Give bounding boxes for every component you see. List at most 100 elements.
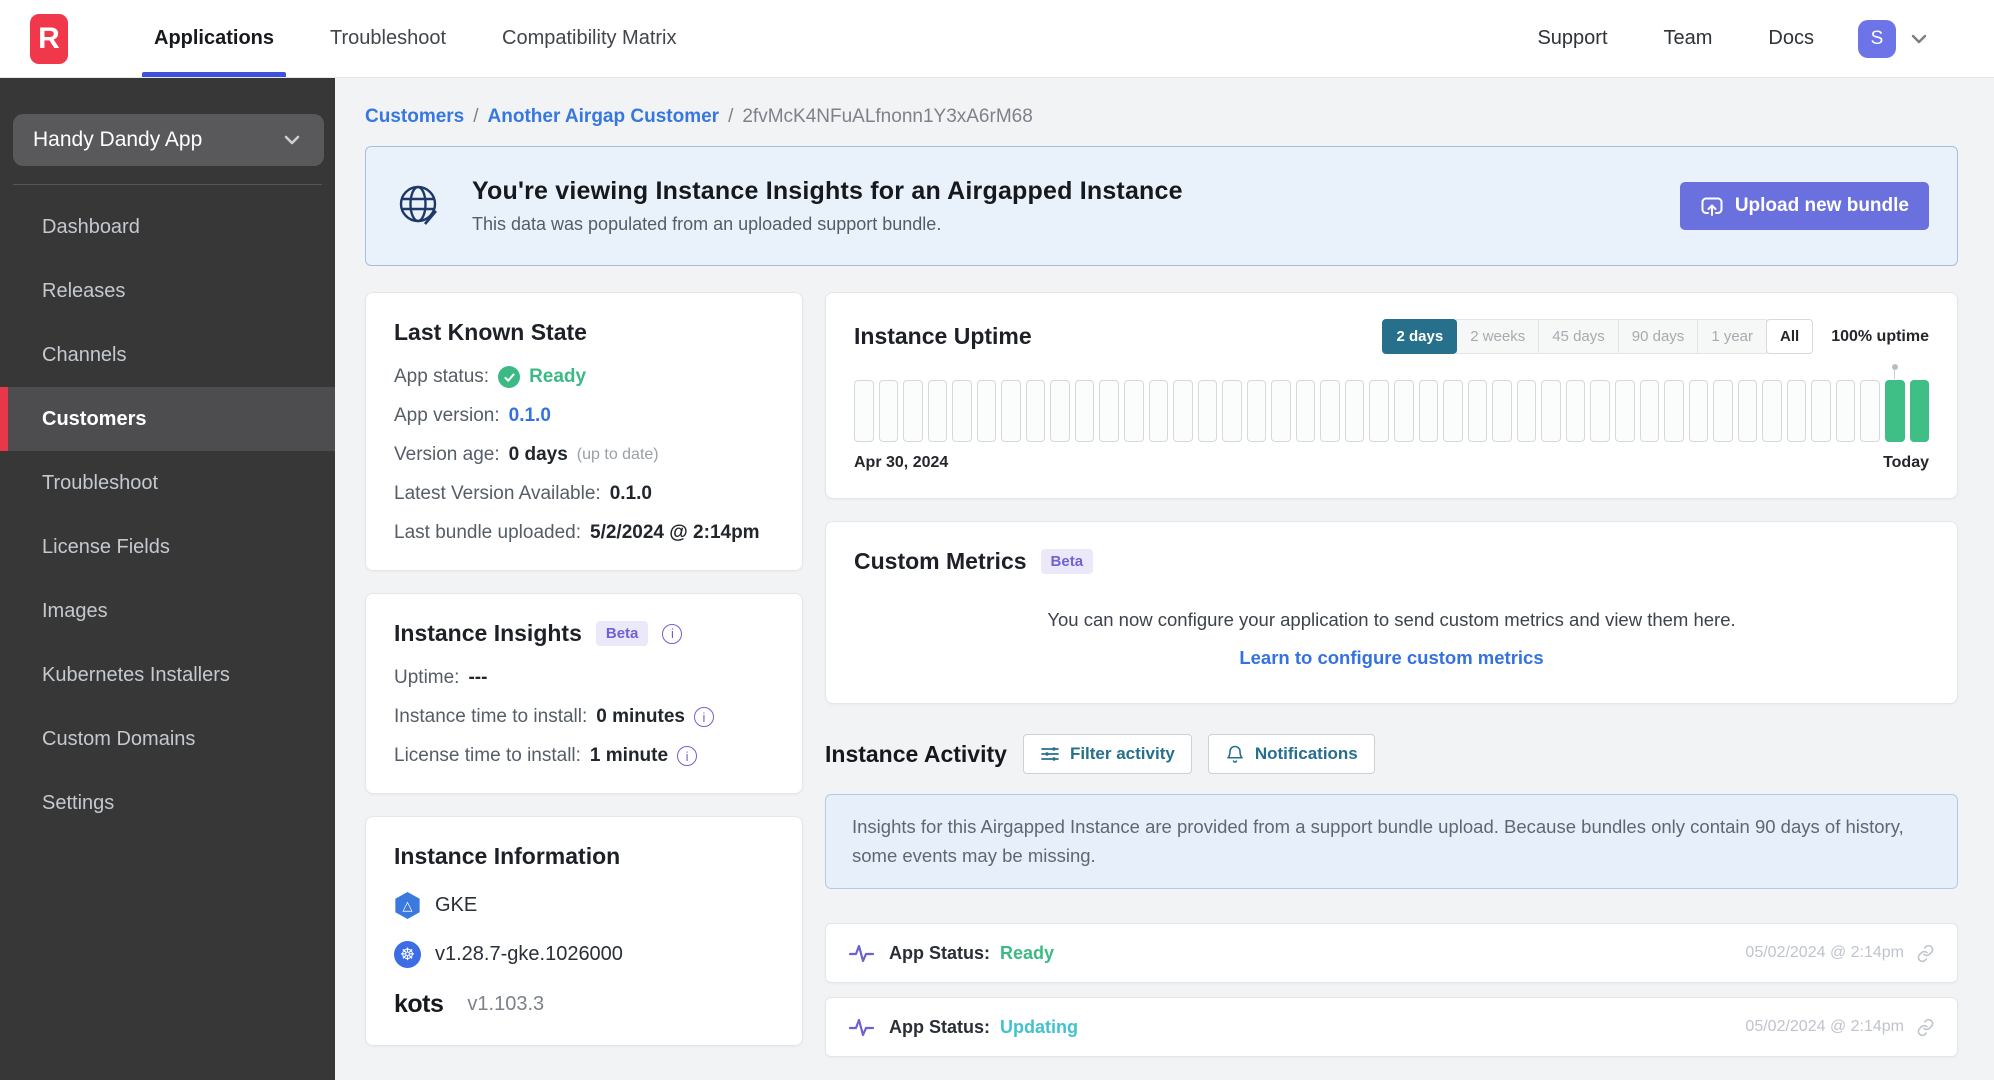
nav-link-docs[interactable]: Docs — [1768, 27, 1814, 50]
app-version-row: App version: 0.1.0 — [394, 405, 774, 427]
card-title: Instance Information — [394, 843, 621, 869]
uptime-bar-empty — [1001, 380, 1021, 442]
uptime-bar-up — [1909, 380, 1930, 442]
gke-icon: △ — [395, 892, 420, 919]
uptime-bar-empty — [1811, 380, 1831, 442]
airgap-history-notice: Insights for this Airgapped Instance are… — [825, 794, 1958, 890]
filter-activity-button[interactable]: Filter activity — [1022, 734, 1192, 774]
uptime-bar-empty — [1835, 380, 1856, 442]
check-circle-icon — [498, 366, 521, 388]
content-columns: Last Known State App status: Ready App v… — [365, 292, 1958, 1071]
section-title: Instance Activity — [825, 740, 1007, 767]
uptime-bar-empty — [1688, 380, 1709, 442]
sidebar-item-channels[interactable]: Channels — [0, 323, 335, 387]
uptime-bar-empty — [1786, 380, 1807, 442]
sidebar-item-settings[interactable]: Settings — [0, 771, 335, 835]
sidebar-item-license-fields[interactable]: License Fields — [0, 515, 335, 579]
uptime-bar-empty — [1639, 380, 1660, 442]
sidebar-item-troubleshoot[interactable]: Troubleshoot — [0, 451, 335, 515]
replicated-logo[interactable]: R — [30, 13, 68, 64]
card-title: Last Known State — [394, 319, 587, 345]
range-button-2-days[interactable]: 2 days — [1382, 319, 1458, 354]
sidebar-item-customers[interactable]: Customers — [0, 387, 335, 451]
chart-marker-pin — [1891, 364, 1898, 379]
chart-end-label: Today — [1883, 454, 1929, 471]
range-button-90-days[interactable]: 90 days — [1617, 319, 1699, 354]
tab-troubleshoot[interactable]: Troubleshoot — [302, 0, 474, 77]
event-label: App Status: — [889, 1016, 990, 1037]
uptime-bar-empty — [854, 380, 874, 442]
uptime-bar-empty — [1173, 380, 1193, 442]
uptime-bar-empty — [952, 380, 972, 442]
info-icon[interactable]: i — [693, 707, 714, 727]
configure-metrics-link[interactable]: Learn to configure custom metrics — [1239, 647, 1543, 668]
left-column: Last Known State App status: Ready App v… — [365, 292, 803, 1068]
uptime-bar-empty — [1271, 380, 1291, 442]
app-selector[interactable]: Handy Dandy App — [13, 114, 324, 166]
sidebar-item-kubernetes-installers[interactable]: Kubernetes Installers — [0, 643, 335, 707]
uptime-bar-empty — [1565, 380, 1586, 442]
uptime-bar-empty — [1369, 380, 1390, 442]
link-icon[interactable] — [1916, 944, 1935, 963]
tab-applications[interactable]: Applications — [126, 0, 302, 77]
last-bundle-label: Last bundle uploaded: — [394, 522, 581, 543]
uptime-label: Uptime: — [394, 667, 460, 688]
chevron-down-icon[interactable] — [1908, 28, 1930, 50]
event-status-value: Ready — [1000, 942, 1055, 963]
sidebar-item-custom-domains[interactable]: Custom Domains — [0, 707, 335, 771]
avatar[interactable]: S — [1858, 19, 1896, 58]
sidebar-item-images[interactable]: Images — [0, 579, 335, 643]
nav-link-team[interactable]: Team — [1664, 27, 1713, 50]
kubernetes-icon: ☸ — [394, 941, 421, 968]
notice-text: Insights for this Airgapped Instance are… — [852, 816, 1904, 866]
sidebar-item-releases[interactable]: Releases — [0, 259, 335, 323]
logo-letter: R — [38, 21, 60, 55]
uptime-bar-empty — [1148, 380, 1169, 442]
uptime-bar-empty — [976, 380, 997, 442]
uptime-bar-empty — [903, 380, 923, 442]
uptime-bar-empty — [1418, 380, 1439, 442]
app-status-row: App status: Ready — [394, 366, 774, 388]
tab-compatibility-matrix[interactable]: Compatibility Matrix — [474, 0, 704, 77]
uptime-bar-empty — [1737, 380, 1758, 442]
beta-badge: Beta — [1040, 549, 1094, 574]
main-content: Customers / Another Airgap Customer / 2f… — [335, 78, 1994, 1080]
event-timestamp: 05/02/2024 @ 2:14pm — [1745, 944, 1904, 962]
uptime-bar-empty — [1099, 380, 1120, 442]
notifications-button[interactable]: Notifications — [1207, 734, 1375, 774]
custom-metrics-card: Custom Metrics Beta You can now configur… — [825, 521, 1958, 704]
upload-new-bundle-button[interactable]: Upload new bundle — [1679, 182, 1929, 230]
uptime-bar-empty — [1124, 380, 1144, 442]
info-icon[interactable]: i — [662, 623, 683, 644]
breadcrumb-customers[interactable]: Customers — [365, 106, 464, 128]
uptime-bar-empty — [1394, 380, 1414, 442]
sidebar-item-dashboard[interactable]: Dashboard — [0, 195, 335, 259]
info-icon[interactable]: i — [677, 746, 698, 766]
range-button-all[interactable]: All — [1766, 319, 1814, 354]
range-button-45-days[interactable]: 45 days — [1538, 319, 1619, 354]
k8s-version-row: ☸ v1.28.7-gke.1026000 — [394, 941, 774, 968]
banner-title: You're viewing Instance Insights for an … — [472, 177, 1183, 205]
event-label: App Status: — [889, 942, 990, 963]
version-age-row: Version age: 0 days (up to date) — [394, 444, 774, 466]
sidebar-nav: Dashboard Releases Channels Customers Troubl… — [0, 195, 335, 835]
event-timestamp: 05/02/2024 @ 2:14pm — [1745, 1018, 1904, 1036]
range-button-2-weeks[interactable]: 2 weeks — [1456, 319, 1540, 354]
range-button-1-year[interactable]: 1 year — [1697, 319, 1768, 354]
link-icon[interactable] — [1916, 1018, 1935, 1037]
instance-insights-card: Instance Insights Beta i Uptime: --- Ins… — [365, 593, 803, 794]
uptime-bar-empty — [1320, 380, 1340, 442]
uptime-bar-empty — [1222, 380, 1242, 442]
uptime-bar-empty — [878, 380, 899, 442]
app-version-link[interactable]: 0.1.0 — [509, 405, 551, 427]
kots-logo: kots — [394, 990, 444, 1018]
uptime-bar-empty — [1443, 380, 1463, 442]
uptime-bar-empty — [1590, 380, 1610, 442]
kots-row: kots v1.103.3 — [394, 990, 774, 1019]
secondary-links: Support Team Docs — [1537, 27, 1814, 50]
breadcrumb-customer-name[interactable]: Another Airgap Customer — [488, 106, 720, 128]
activity-event-row: App Status: Ready 05/02/2024 @ 2:14pm — [825, 923, 1958, 984]
nav-link-support[interactable]: Support — [1537, 27, 1607, 50]
card-title: Instance Insights — [394, 620, 582, 646]
license-time-row: License time to install: 1 minute i — [394, 745, 774, 767]
